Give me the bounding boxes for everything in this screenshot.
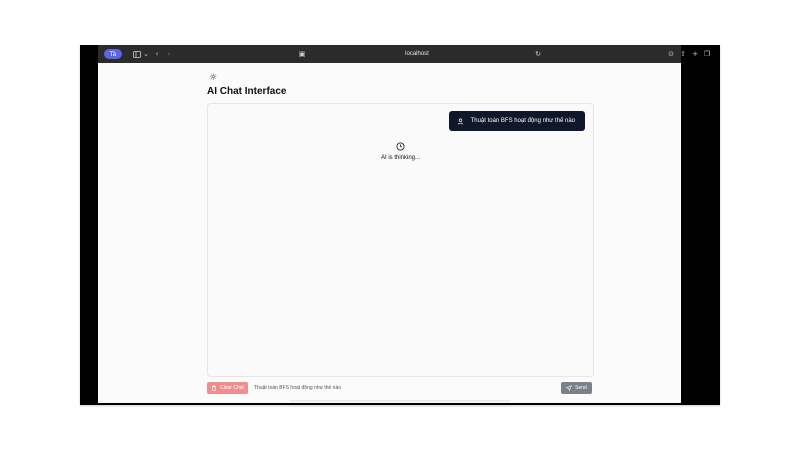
- page-viewport: ☼ AI Chat Interface Thuật toán BFS hoạt …: [98, 63, 681, 403]
- sun-icon[interactable]: ☼: [208, 73, 218, 83]
- page-title: AI Chat Interface: [207, 86, 287, 97]
- trash-icon: [211, 385, 217, 391]
- message-input[interactable]: [252, 381, 563, 395]
- send-button[interactable]: Send: [561, 382, 592, 394]
- bottom-shadow: [290, 400, 510, 403]
- address-bar[interactable]: localhost: [295, 48, 539, 60]
- user-message-text: Thuật toán BFS hoạt động như thế nào: [470, 118, 575, 124]
- user-icon: [457, 117, 465, 125]
- send-icon-svg: [566, 385, 573, 391]
- chat-panel: Thuật toán BFS hoạt động như thế nào AI …: [207, 103, 594, 377]
- ai-thinking-indicator: AI is thinking...: [208, 142, 593, 161]
- back-icon[interactable]: ‹: [152, 49, 162, 59]
- browser-window: Tà ⌄ ‹ › ▣ localhost ↻ ⊙ ⇧ + ❐ ☼ AI Chat…: [80, 45, 720, 405]
- new-tab-icon[interactable]: +: [690, 49, 700, 59]
- send-label: Send: [575, 385, 587, 391]
- chevron-down-icon[interactable]: ⌄: [141, 49, 151, 59]
- share-icon[interactable]: ⇧: [678, 49, 688, 59]
- trash-icon-svg: [212, 385, 217, 391]
- clear-chat-button[interactable]: Clear Chat: [207, 382, 248, 394]
- screenshot-stage: Tà ⌄ ‹ › ▣ localhost ↻ ⊙ ⇧ + ❐ ☼ AI Chat…: [0, 0, 800, 450]
- profile-pill[interactable]: Tà: [104, 49, 122, 59]
- browser-toolbar: Tà ⌄ ‹ › ▣ localhost ↻ ⊙ ⇧ + ❐: [98, 45, 710, 64]
- thinking-text: AI is thinking...: [380, 155, 421, 161]
- clock-icon-svg: [396, 142, 405, 151]
- clock-icon: [396, 142, 405, 151]
- clear-chat-label: Clear Chat: [220, 385, 244, 391]
- forward-icon[interactable]: ›: [164, 49, 174, 59]
- send-icon: [566, 385, 573, 391]
- tabs-overview-icon[interactable]: ❐: [702, 49, 712, 59]
- sidebar-icon-svg: [133, 50, 141, 58]
- user-icon-svg: [457, 118, 464, 124]
- address-text: localhost: [405, 51, 429, 57]
- profile-label: Tà: [109, 50, 117, 58]
- user-message-bubble: Thuật toán BFS hoạt động như thế nào: [448, 111, 585, 131]
- download-icon[interactable]: ⊙: [666, 49, 676, 59]
- reload-icon[interactable]: ↻: [533, 49, 543, 59]
